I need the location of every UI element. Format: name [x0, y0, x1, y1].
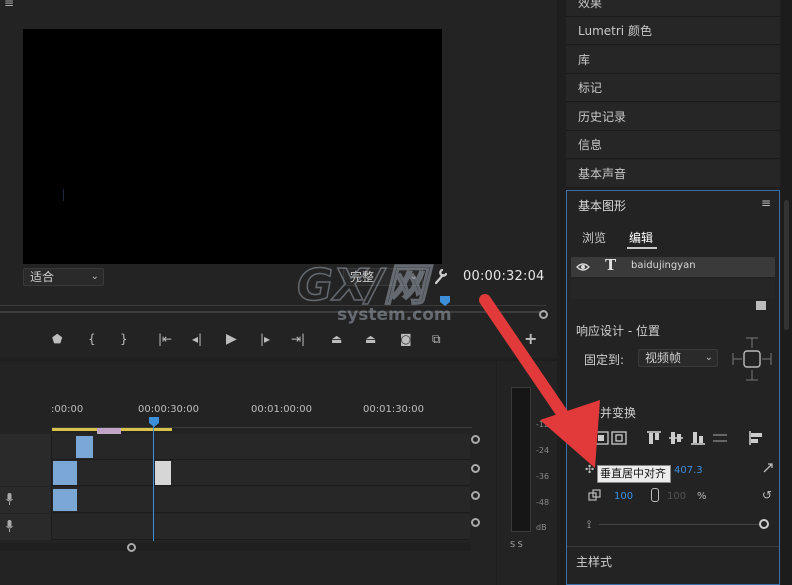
layer-row[interactable]: T baidujingyan	[571, 256, 775, 277]
audio-track-a2[interactable]	[0, 514, 470, 540]
panel-item-info[interactable]: 信息	[566, 131, 780, 159]
meter-label: dB	[536, 523, 547, 532]
panel-item-effects[interactable]: 效果	[566, 0, 780, 17]
pin-to-select[interactable]: 视频帧 ⌄	[638, 349, 718, 367]
svg-text:GX/网: GX/网	[297, 260, 433, 311]
meter-label: -48	[536, 498, 550, 507]
panel-item-markers[interactable]: 标记	[566, 74, 780, 102]
ruler-label: 00:01:30:00	[363, 404, 425, 415]
preview-artifact	[63, 189, 67, 201]
opacity-slider-knob[interactable]	[759, 519, 769, 529]
scale-height-value[interactable]: 100	[667, 491, 686, 502]
timeline-scrollbar[interactable]	[0, 543, 470, 551]
ruler-label: :00:00	[51, 404, 84, 415]
align-middle-icon[interactable]	[669, 431, 683, 445]
video-clip[interactable]	[53, 461, 77, 485]
track-header[interactable]	[0, 514, 52, 540]
panel-item-lumetri[interactable]: Lumetri 颜色	[566, 17, 780, 45]
track-scroll-handle[interactable]	[471, 518, 480, 527]
microphone-icon[interactable]	[6, 520, 13, 532]
microphone-icon[interactable]	[6, 493, 13, 505]
tab-edit[interactable]: 编辑	[629, 229, 653, 246]
export-frame-icon[interactable]: ◙	[400, 330, 412, 348]
monitor-menu-icon[interactable]: ≡	[4, 0, 14, 10]
scale-value[interactable]: 100	[614, 491, 633, 502]
mark-out-icon[interactable]: }	[120, 330, 128, 348]
lift-icon[interactable]: ⏏	[331, 330, 342, 348]
new-layer-icon[interactable]	[756, 301, 766, 310]
panel-item-essential-sound[interactable]: 基本声音	[566, 160, 780, 188]
chevron-down-icon: ⌄	[704, 352, 713, 363]
scale-icon	[588, 489, 601, 501]
annotation-arrow	[479, 294, 600, 468]
video-track-v1[interactable]	[0, 460, 470, 486]
play-icon[interactable]: ▶	[226, 330, 237, 348]
video-track-v2[interactable]	[0, 434, 470, 460]
track-header[interactable]	[0, 460, 52, 486]
watermark-logo: GX/网 system.com	[297, 259, 452, 325]
opacity-slider[interactable]	[599, 524, 759, 525]
add-marker-icon[interactable]: ⬟	[52, 330, 62, 348]
distribute-vertical-icon[interactable]	[713, 431, 727, 445]
tab-browse[interactable]: 浏览	[582, 229, 606, 246]
reset-icon[interactable]: ↺	[762, 488, 772, 502]
video-clip[interactable]	[76, 436, 93, 458]
align-top-icon[interactable]	[647, 431, 661, 445]
time-ruler[interactable]: :00:00 00:00:30:00 00:01:00:00 00:01:30:…	[0, 404, 490, 418]
lock-aspect-icon[interactable]	[651, 488, 659, 502]
audio-clip[interactable]	[53, 489, 77, 511]
track-scroll-handle[interactable]	[471, 491, 480, 500]
pin-edges-widget[interactable]	[732, 336, 772, 382]
step-back-icon[interactable]: ◂|	[192, 330, 202, 348]
align-left-icon[interactable]	[749, 431, 763, 445]
master-style-label: 主样式	[576, 555, 613, 569]
panel-title: 基本图形	[578, 199, 627, 213]
playhead-timecode[interactable]: 00:00:32:04	[463, 269, 545, 284]
panel-item-libraries[interactable]: 库	[566, 46, 780, 74]
zoom-fit-value: 适合	[30, 270, 55, 284]
align-horizontal-center-icon[interactable]	[611, 431, 627, 445]
step-forward-icon[interactable]: |▸	[260, 330, 270, 348]
position-y-value[interactable]: 407.3	[674, 465, 703, 476]
anchor-icon[interactable]	[763, 463, 773, 473]
meter-label: -36	[536, 472, 550, 481]
text-layer-icon: T	[605, 256, 617, 274]
panel-list: 效果 Lumetri 颜色 库 标记 历史记录 信息 基本声音	[566, 0, 780, 189]
timeline-zoom-handle[interactable]	[127, 543, 136, 552]
extract-icon[interactable]: ⏏	[365, 330, 376, 348]
graphic-clip[interactable]	[155, 461, 171, 485]
ruler-label: 00:00:30:00	[138, 404, 200, 415]
panel-scrollbar[interactable]	[784, 200, 789, 330]
go-to-in-icon[interactable]: |⇤	[158, 330, 172, 348]
eye-icon[interactable]	[576, 261, 590, 273]
audio-track-a1[interactable]	[0, 487, 470, 513]
zoom-fit-select[interactable]: 适合 ⌄	[23, 268, 104, 286]
playhead-line	[153, 426, 154, 541]
svg-text:system.com: system.com	[337, 305, 452, 325]
solo-buttons[interactable]: S S	[510, 540, 523, 549]
panel-item-history[interactable]: 历史记录	[566, 103, 780, 131]
align-buttons	[585, 431, 775, 447]
percent-label: %	[697, 491, 707, 502]
ruler-label: 00:01:00:00	[251, 404, 313, 415]
chevron-down-icon: ⌄	[90, 271, 99, 282]
active-tab-indicator	[627, 247, 657, 249]
track-header[interactable]	[0, 487, 52, 513]
go-to-out-icon[interactable]: ⇥|	[291, 330, 305, 348]
track-header[interactable]	[0, 434, 52, 460]
pin-to-value: 视频帧	[645, 351, 682, 365]
mark-in-icon[interactable]: {	[88, 330, 96, 348]
section-divider	[567, 546, 779, 547]
layer-name: baidujingyan	[631, 260, 696, 271]
align-bottom-icon[interactable]	[691, 431, 705, 445]
ruler-ticks	[52, 418, 472, 428]
comparison-view-icon[interactable]: ⧉	[432, 330, 441, 348]
video-preview	[23, 29, 442, 264]
rotation-icon: ⟟	[587, 518, 592, 531]
panel-menu-icon[interactable]: ≡	[761, 196, 771, 210]
